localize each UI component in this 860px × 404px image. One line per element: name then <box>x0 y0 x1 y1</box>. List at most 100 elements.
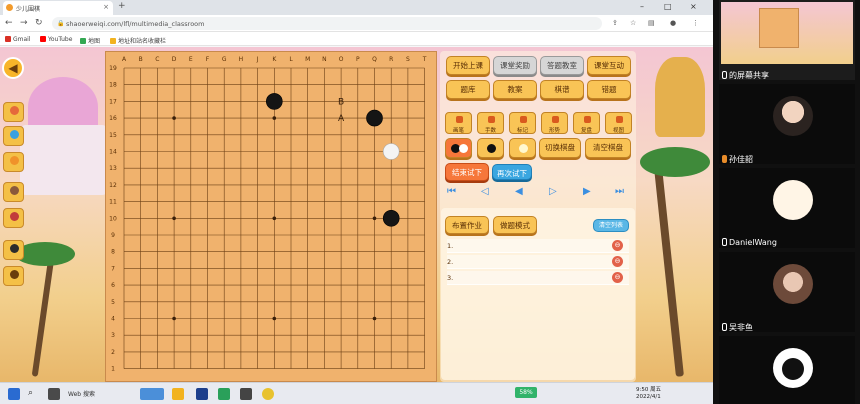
mistakes-button[interactable]: 错题 <box>587 80 631 99</box>
class-reward-button[interactable]: 课堂奖励 <box>493 56 537 75</box>
end-trial-button[interactable]: 结束试下 <box>445 163 489 181</box>
participant-tile[interactable]: 孙佳韶 <box>719 84 855 164</box>
pen-icon <box>456 116 463 123</box>
move-number-tool[interactable]: 手数 <box>477 112 504 134</box>
maximize-icon[interactable]: □ <box>664 2 672 11</box>
side-tool-1[interactable] <box>3 102 24 122</box>
delete-icon[interactable]: ⊖ <box>612 240 623 251</box>
task-row[interactable]: 3. ⊖ <box>447 271 629 285</box>
start-class-button[interactable]: 开始上课 <box>446 56 490 75</box>
file-explorer-icon[interactable] <box>172 388 184 400</box>
delete-icon[interactable]: ⊖ <box>612 256 623 267</box>
participant-tile[interactable]: 吴非鱼 <box>719 252 855 332</box>
situation-tool[interactable]: 形势 <box>541 112 568 134</box>
column-label: B <box>139 56 143 63</box>
white-stone-button[interactable] <box>509 138 536 158</box>
column-label: N <box>322 56 327 63</box>
app-icon[interactable] <box>218 388 230 400</box>
close-tab-icon[interactable]: × <box>103 3 109 11</box>
address-bar[interactable]: 🔒 shaoerweiqi.com/lfl/multimedia_classro… <box>52 17 602 30</box>
clock-date[interactable]: 2022/4/1 <box>636 394 661 400</box>
row-label: 16 <box>109 115 117 122</box>
task-view-icon[interactable] <box>48 388 60 400</box>
participant-tile[interactable] <box>719 336 855 404</box>
interaction-button[interactable]: 课堂互动 <box>587 56 631 75</box>
game-record-button[interactable]: 棋谱 <box>540 80 584 99</box>
switch-board-button[interactable]: 切换棋盘 <box>539 138 581 158</box>
start-icon[interactable] <box>8 388 20 400</box>
menu-icon[interactable]: ⋮ <box>692 19 699 27</box>
profile-icon[interactable]: ● <box>670 19 676 27</box>
prev-move-icon[interactable]: ◀ <box>515 186 523 197</box>
next-ten-icon[interactable]: ▶ <box>583 186 591 197</box>
black-stone[interactable] <box>266 93 283 110</box>
quiz-room-button[interactable]: 答题教室 <box>540 56 584 75</box>
row-label: 18 <box>109 82 117 89</box>
pen-tool[interactable]: 画笔 <box>445 112 472 134</box>
retry-button[interactable]: 再次试下 <box>492 164 532 180</box>
bookmark-item-saved[interactable]: 地址和站名收藏栏 <box>110 36 166 45</box>
desert-rock <box>655 57 705 137</box>
clock-time[interactable]: 9:50 周五 <box>636 385 661 393</box>
back-icon[interactable]: ← <box>5 18 13 28</box>
go-board[interactable]: A B C D E F G H J K L M N O P Q R S T 19 18 17 16 15 14 13 12 11 10 9… <box>105 51 437 382</box>
app-icon[interactable] <box>240 388 252 400</box>
palm-leaves-right <box>640 147 710 177</box>
share-icon[interactable]: ⇪ <box>612 19 618 27</box>
pinned-app-icon[interactable] <box>140 388 164 400</box>
black-stone[interactable] <box>382 210 400 227</box>
bookmark-star-icon[interactable]: ☆ <box>630 19 636 27</box>
avatar <box>773 180 813 220</box>
reading-list-icon[interactable]: ▤ <box>648 19 655 27</box>
minimize-icon[interactable]: – <box>640 2 644 11</box>
side-tool-7[interactable] <box>3 266 24 286</box>
review-tool[interactable]: 复盘 <box>573 112 600 134</box>
prev-ten-icon[interactable]: ◁ <box>481 186 489 197</box>
clear-list-button[interactable]: 清空列表 <box>593 219 629 232</box>
alternate-stone-button[interactable] <box>445 138 472 158</box>
next-move-icon[interactable]: ▷ <box>549 186 557 197</box>
white-stone[interactable] <box>382 143 400 160</box>
lesson-plan-button[interactable]: 教案 <box>493 80 537 99</box>
side-tool-5[interactable] <box>3 208 24 228</box>
participant-tile[interactable]: DanielWang <box>719 168 855 248</box>
reload-icon[interactable]: ↻ <box>35 18 43 28</box>
white-stone-icon <box>519 144 528 153</box>
cat-icon <box>782 358 804 380</box>
new-tab-icon[interactable]: + <box>118 1 126 11</box>
mark-tool[interactable]: 标记 <box>509 112 536 134</box>
photoshop-icon[interactable] <box>196 388 208 400</box>
forward-icon[interactable]: → <box>20 18 28 28</box>
palace-wall <box>20 125 108 195</box>
clear-board-button[interactable]: 清空棋盘 <box>585 138 631 158</box>
chrome-icon[interactable] <box>262 388 274 400</box>
last-move-icon[interactable]: ⏭ <box>615 186 624 197</box>
task-row[interactable]: 2. ⊖ <box>447 255 629 269</box>
search-icon[interactable]: ⌕ <box>28 388 40 400</box>
side-tool-6[interactable] <box>3 240 24 260</box>
question-bank-button[interactable]: 题库 <box>446 80 490 99</box>
delete-icon[interactable]: ⊖ <box>612 272 623 283</box>
black-stone-button[interactable] <box>477 138 504 158</box>
view-tool[interactable]: 视图 <box>605 112 632 134</box>
bookmark-item-maps[interactable]: 地图 <box>80 36 100 45</box>
back-button[interactable]: ◀ <box>2 57 24 79</box>
bookmark-item-gmail[interactable]: Gmail <box>5 36 31 43</box>
row-label: 15 <box>109 132 117 139</box>
web-search-label[interactable]: Web 搜索 <box>68 389 95 398</box>
bookmark-item-youtube[interactable]: YouTube <box>40 36 72 43</box>
board-grid[interactable]: A B C D E F G H J K L M N O P Q R S T191817161514131211109… <box>106 52 438 383</box>
side-tool-2[interactable] <box>3 126 24 146</box>
folder-icon <box>110 38 116 44</box>
assign-homework-button[interactable]: 布置作业 <box>445 216 489 234</box>
task-row[interactable]: 1. ⊖ <box>447 239 629 253</box>
close-window-icon[interactable]: × <box>690 2 697 11</box>
black-stone[interactable] <box>366 109 383 127</box>
problem-mode-button[interactable]: 做题模式 <box>493 216 537 234</box>
side-tool-4[interactable] <box>3 182 24 202</box>
first-move-icon[interactable]: ⏮ <box>447 186 456 197</box>
column-label: R <box>389 56 393 63</box>
side-tool-3[interactable] <box>3 152 24 172</box>
participant-tile[interactable]: 的屏幕共享 <box>719 0 855 80</box>
browser-tab[interactable]: 少儿围棋 × <box>3 1 113 15</box>
